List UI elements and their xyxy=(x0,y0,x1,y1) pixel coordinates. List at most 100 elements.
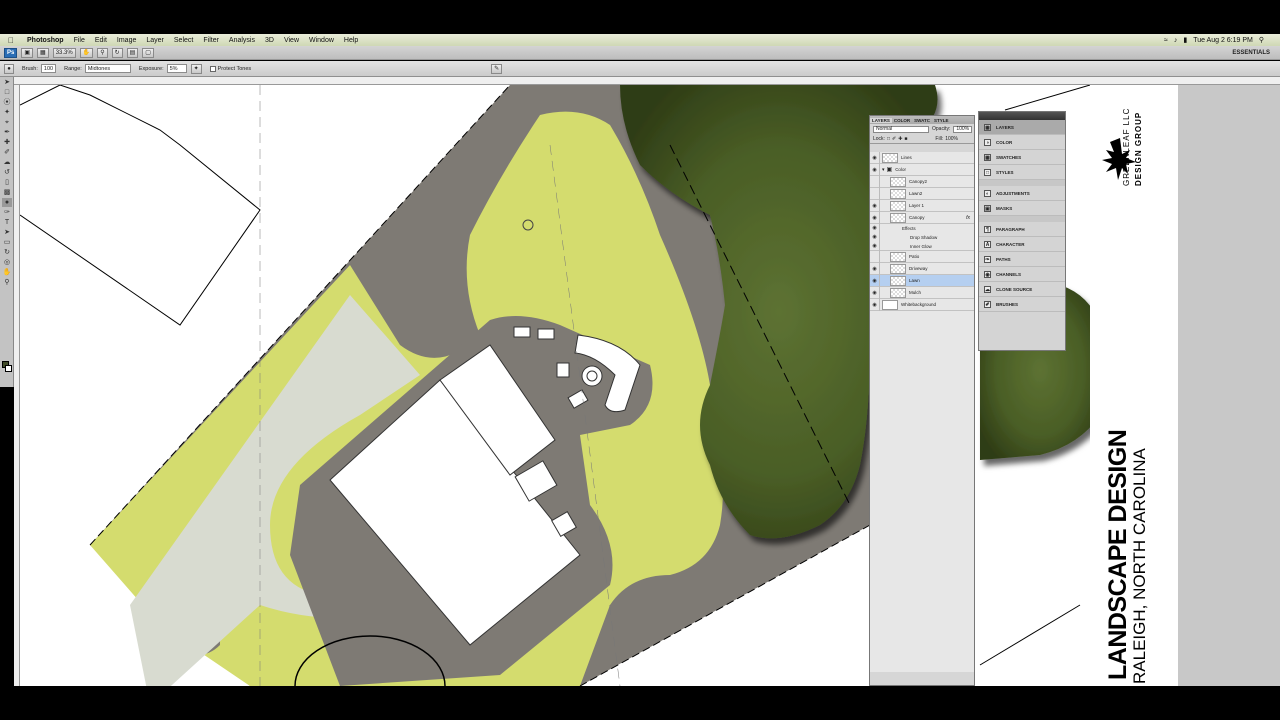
spotlight-icon[interactable]: ⚲ xyxy=(1259,36,1264,44)
3d-rotate-tool-icon[interactable]: ↻ xyxy=(2,248,12,257)
3d-orbit-tool-icon[interactable]: ◎ xyxy=(2,258,12,267)
lock-position-icon[interactable]: ✚ xyxy=(898,136,902,142)
layer-row-selected[interactable]: ◉ Lawn xyxy=(870,274,974,287)
hand-icon[interactable]: ✋ xyxy=(2,268,12,277)
layer-row[interactable]: ◉ Layer 1 xyxy=(870,199,974,212)
dock-clone-source[interactable]: ☁ CLONE SOURCE xyxy=(979,282,1065,297)
layer-effects-badge[interactable]: fx xyxy=(966,215,970,221)
eye-icon[interactable]: ◉ xyxy=(870,199,880,212)
dock-brushes[interactable]: ✐ BRUSHES xyxy=(979,297,1065,312)
background-color-swatch[interactable] xyxy=(5,365,12,372)
layer-row[interactable]: ◉ Lines xyxy=(870,151,974,164)
rotate-view-icon[interactable]: ↻ xyxy=(111,47,123,58)
view-extras-icon[interactable]: ▦ xyxy=(37,47,49,58)
menu-select[interactable]: Select xyxy=(169,37,198,44)
effects-row[interactable]: ◉ Effects xyxy=(870,224,974,233)
dock-masks[interactable]: ▣ MASKS xyxy=(979,201,1065,216)
menu-view[interactable]: View xyxy=(279,37,304,44)
tablet-pressure-icon[interactable]: ✎ xyxy=(491,63,503,74)
eye-icon[interactable]: ◉ xyxy=(870,274,880,287)
menu-edit[interactable]: Edit xyxy=(90,37,112,44)
volume-icon[interactable]: ♪ xyxy=(1174,37,1178,44)
zoom-tool-icon[interactable]: ⚲ xyxy=(97,47,108,58)
dock-header[interactable] xyxy=(979,112,1065,120)
tab-color[interactable]: COLOR xyxy=(892,118,912,123)
layer-row[interactable]: ◉ Mulch xyxy=(870,286,974,299)
lock-transparency-icon[interactable]: □ xyxy=(887,136,890,142)
eye-icon[interactable]: ◉ xyxy=(870,286,880,299)
tab-styles[interactable]: STYLE xyxy=(932,118,951,123)
wifi-icon[interactable]: ≈ xyxy=(1164,37,1168,44)
workspace-switcher[interactable]: ESSENTIALS xyxy=(1232,50,1270,56)
layer-row[interactable]: ◉ Whitebackground xyxy=(870,298,974,311)
menu-filter[interactable]: Filter xyxy=(198,37,224,44)
zoom-icon[interactable]: ⚲ xyxy=(2,278,12,287)
menu-analysis[interactable]: Analysis xyxy=(224,37,260,44)
blend-mode-select[interactable]: Normal xyxy=(873,125,929,133)
layer-row[interactable]: Lawn2 xyxy=(870,187,974,200)
airbrush-icon[interactable]: ✦ xyxy=(190,63,202,74)
brush-tool-icon[interactable]: ✐ xyxy=(2,148,12,157)
quick-select-tool-icon[interactable]: ✦ xyxy=(2,108,12,117)
battery-icon[interactable]: ▮ xyxy=(1183,36,1187,44)
effect-row[interactable]: ◉ Drop Shadow xyxy=(870,233,974,242)
opacity-field[interactable]: 100% xyxy=(953,125,973,133)
dock-layers[interactable]: ▦ LAYERS xyxy=(979,120,1065,135)
disclosure-triangle-icon[interactable]: ▾ xyxy=(882,167,885,173)
horizontal-ruler[interactable] xyxy=(14,77,1280,85)
hand-tool-icon[interactable]: ✋ xyxy=(79,47,94,58)
menu-3d[interactable]: 3D xyxy=(260,37,279,44)
dock-styles[interactable]: □ STYLES xyxy=(979,165,1065,180)
screen-mode-icon[interactable]: ▢ xyxy=(142,47,154,58)
arrange-documents-icon[interactable]: ▤ xyxy=(126,47,139,58)
eye-icon-hidden[interactable] xyxy=(870,175,880,188)
menu-image[interactable]: Image xyxy=(112,37,141,44)
burn-tool-preset-icon[interactable]: ● xyxy=(4,63,14,74)
menubar-clock[interactable]: Tue Aug 2 6:19 PM xyxy=(1193,37,1253,44)
layer-row[interactable]: ◉ Driveway xyxy=(870,262,974,275)
healing-tool-icon[interactable]: ✚ xyxy=(2,138,12,147)
layer-row[interactable]: ◉ Canopy fx xyxy=(870,211,974,224)
layer-group-row[interactable]: ◉ ▾ ▣ Color xyxy=(870,163,974,176)
dock-character[interactable]: A CHARACTER xyxy=(979,237,1065,252)
fill-field[interactable]: 100% xyxy=(945,136,958,142)
layer-row[interactable]: Patio xyxy=(870,250,974,263)
bridge-icon[interactable]: ▣ xyxy=(21,47,34,58)
menu-photoshop[interactable]: Photoshop xyxy=(22,37,69,44)
range-select[interactable]: Midtones xyxy=(84,64,131,73)
dock-paragraph[interactable]: ¶ PARAGRAPH xyxy=(979,222,1065,237)
brush-size-picker[interactable]: 100 xyxy=(40,64,57,73)
lock-all-icon[interactable]: ■ xyxy=(904,136,907,142)
eye-icon[interactable]: ◉ xyxy=(870,298,880,311)
eye-icon-hidden[interactable] xyxy=(870,250,880,263)
effect-row[interactable]: ◉ Inner Glow xyxy=(870,241,974,251)
marquee-tool-icon[interactable]: □ xyxy=(2,88,12,97)
gradient-tool-icon[interactable]: ▩ xyxy=(2,188,12,197)
eye-icon[interactable]: ◉ xyxy=(870,211,880,224)
eye-icon[interactable]: ◉ xyxy=(870,241,880,251)
dock-channels[interactable]: ◉ CHANNELS xyxy=(979,267,1065,282)
pen-tool-icon[interactable]: ✑ xyxy=(2,208,12,217)
move-tool-icon[interactable]: ➤ xyxy=(2,78,12,87)
lock-pixels-icon[interactable]: ✐ xyxy=(892,136,896,142)
path-select-tool-icon[interactable]: ➤ xyxy=(2,228,12,237)
dock-swatches[interactable]: ▦ SWATCHES xyxy=(979,150,1065,165)
protect-tones-checkbox[interactable]: Protect Tones xyxy=(209,65,251,72)
tab-layers[interactable]: LAYERS xyxy=(870,117,892,123)
history-brush-tool-icon[interactable]: ↺ xyxy=(2,168,12,177)
lasso-tool-icon[interactable]: ⦿ xyxy=(2,98,12,107)
crop-tool-icon[interactable]: ⌖ xyxy=(2,118,12,127)
eye-icon[interactable]: ◉ xyxy=(870,151,880,164)
dock-color[interactable]: ◑ COLOR xyxy=(979,135,1065,150)
dock-adjustments[interactable]: ◐ ADJUSTMENTS xyxy=(979,186,1065,201)
tab-swatches[interactable]: SWATC xyxy=(912,118,932,123)
zoom-level-field[interactable]: 33.3% xyxy=(52,47,76,58)
burn-tool-icon[interactable]: ● xyxy=(2,198,12,207)
exposure-field[interactable]: 5% xyxy=(166,64,187,73)
eyedropper-tool-icon[interactable]: ✒ xyxy=(2,128,12,137)
menu-layer[interactable]: Layer xyxy=(141,37,169,44)
type-tool-icon[interactable]: T xyxy=(2,218,12,227)
eye-icon[interactable]: ◉ xyxy=(870,224,880,233)
apple-icon[interactable]:  xyxy=(0,36,22,45)
checkbox-box[interactable] xyxy=(209,65,216,72)
